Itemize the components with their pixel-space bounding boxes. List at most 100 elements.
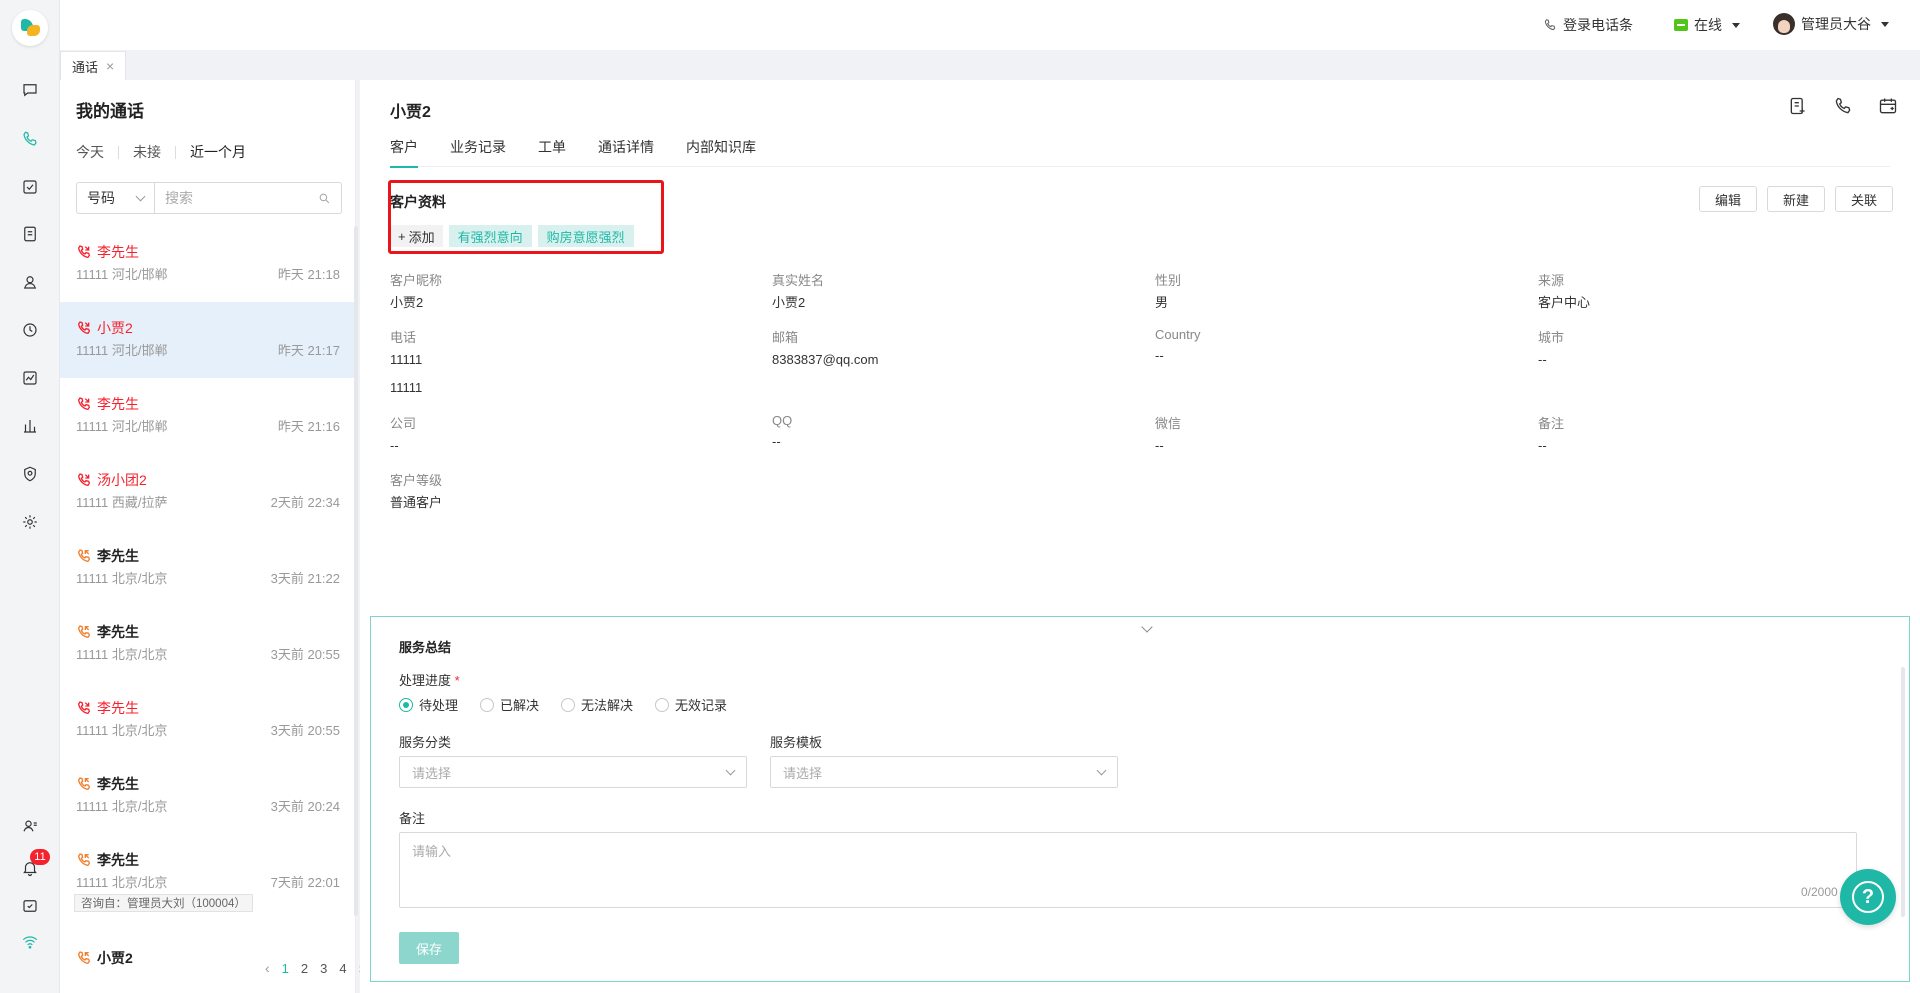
search-input[interactable]: 搜索 [155, 183, 341, 213]
document-icon[interactable] [18, 222, 42, 246]
help-button[interactable]: ? [1840, 869, 1896, 925]
page-1[interactable]: 1 [282, 961, 289, 976]
shield-icon[interactable] [18, 462, 42, 486]
missed-call-icon [76, 396, 92, 412]
caller-name: 汤小团2 [97, 472, 147, 488]
add-tag-button[interactable]: + 添加 [390, 225, 443, 247]
tab-business-records[interactable]: 业务记录 [450, 135, 506, 167]
trend-chart-icon[interactable] [18, 366, 42, 390]
call-list: 李先生 11111 河北/邯郸 昨天 21:18 小贾2 11111 河北/邯郸… [60, 226, 356, 993]
call-list-scrollbar[interactable] [354, 226, 358, 916]
schedule-calendar-icon[interactable] [1878, 96, 1898, 116]
help-question-icon: ? [1852, 881, 1884, 913]
link-button[interactable]: 关联 [1834, 186, 1893, 212]
customer-icon[interactable] [18, 270, 42, 294]
radio-unresolvable[interactable]: 无法解决 [561, 695, 633, 714]
field-source: 来源 客户中心 [1538, 273, 1591, 310]
period-tab-missed[interactable]: 未接 [133, 142, 161, 162]
history-clock-icon[interactable] [18, 318, 42, 342]
pagination: ‹ 1 2 3 4 › [265, 960, 363, 976]
tab-calls[interactable]: 通话 × [60, 51, 127, 80]
radio-resolved[interactable]: 已解决 [480, 695, 539, 714]
add-ticket-icon[interactable] [1788, 96, 1808, 116]
call-time: 2天前 22:34 [270, 495, 340, 510]
caller-info: 11111 北京/北京 [76, 647, 168, 662]
page-tab-strip: 通话 × [60, 50, 1920, 80]
service-category-select[interactable]: 请选择 [399, 756, 747, 788]
field-city: 城市 -- [1538, 330, 1565, 367]
missed-call-icon [76, 320, 92, 336]
notification-badge: 11 [30, 849, 50, 865]
tab-customer[interactable]: 客户 [390, 135, 418, 168]
customer-tag[interactable]: 购房意愿强烈 [537, 225, 634, 247]
collapse-chevron-icon[interactable] [1140, 623, 1154, 637]
page-4[interactable]: 4 [339, 961, 346, 976]
summary-title: 服务总结 [399, 640, 452, 655]
call-list-item[interactable]: 李先生 11111 北京/北京 3天前 20:24 [60, 758, 356, 834]
task-check-icon[interactable] [18, 175, 42, 199]
phone-icon[interactable] [18, 127, 42, 151]
period-tab-today[interactable]: 今天 [76, 142, 104, 162]
call-list-item[interactable]: 李先生 11111 北京/北京 3天前 20:55 [60, 606, 356, 682]
page-3[interactable]: 3 [320, 961, 327, 976]
prev-page-button[interactable]: ‹ [265, 960, 270, 976]
service-summary-panel: 服务总结 处理进度 * 待处理 已解决 无法解决 无效记录 服务分类 请选择 服… [370, 616, 1910, 982]
call-list-item[interactable]: 李先生 11111 北京/北京 3天前 21:22 [60, 530, 356, 606]
search-bar: 号码 搜索 [76, 182, 342, 214]
answered-call-icon [76, 950, 92, 966]
summary-scrollbar[interactable] [1901, 667, 1905, 917]
phone-bar-login[interactable]: 登录电话条 [1543, 15, 1633, 35]
close-icon[interactable]: × [106, 58, 114, 74]
detail-tabs: 客户 业务记录 工单 通话详情 内部知识库 [390, 135, 1890, 168]
consult-note: 咨询自：管理员大刘（100004） [74, 894, 253, 912]
tab-call-details[interactable]: 通话详情 [598, 135, 654, 167]
customer-tag[interactable]: 有强烈意向 [448, 225, 532, 247]
search-icon[interactable] [318, 192, 331, 205]
call-time: 3天前 21:22 [270, 571, 340, 586]
caller-info: 11111 河北/邯郸 [76, 419, 168, 434]
field-email: 邮箱 8383837@qq.com [772, 330, 879, 367]
agent-status-icon[interactable] [18, 814, 42, 838]
category-label: 服务分类 [399, 735, 452, 750]
inbox-icon[interactable] [18, 894, 42, 918]
caller-name: 李先生 [97, 244, 139, 260]
radio-invalid[interactable]: 无效记录 [655, 695, 727, 714]
service-template-select[interactable]: 请选择 [770, 756, 1118, 788]
bar-chart-icon[interactable] [18, 414, 42, 438]
call-list-item[interactable]: 李先生 11111 北京/北京 7天前 22:01 咨询自：管理员大刘（1000… [60, 834, 356, 932]
edit-button[interactable]: 编辑 [1698, 186, 1757, 212]
user-menu[interactable]: 管理员大谷 [1773, 13, 1889, 35]
handset-icon [1544, 19, 1556, 31]
wifi-connection-icon[interactable] [18, 930, 42, 954]
settings-gear-icon[interactable] [18, 510, 42, 534]
search-type-select[interactable]: 号码 [77, 183, 155, 213]
page-2[interactable]: 2 [301, 961, 308, 976]
call-list-item[interactable]: 李先生 11111 北京/北京 3天前 20:55 [60, 682, 356, 758]
progress-label: 处理进度 * [399, 673, 460, 688]
field-real-name: 真实姓名 小贾2 [772, 273, 825, 310]
tab-knowledge-base[interactable]: 内部知识库 [686, 135, 756, 167]
call-list-item-selected[interactable]: 小贾2 11111 河北/邯郸 昨天 21:17 [60, 302, 356, 378]
remark-textarea[interactable]: 请输入 [399, 832, 1857, 908]
answered-call-icon [76, 852, 92, 868]
field-wechat: 微信 -- [1155, 416, 1182, 453]
plus-icon: + [398, 228, 406, 244]
status-dropdown[interactable]: 在线 [1674, 15, 1740, 35]
field-qq: QQ -- [772, 413, 793, 449]
search-placeholder: 搜索 [165, 190, 193, 206]
call-list-item[interactable]: 李先生 11111 河北/邯郸 昨天 21:16 [60, 378, 356, 454]
answered-call-icon [76, 624, 92, 640]
tab-label: 通话 [72, 59, 99, 75]
new-button[interactable]: 新建 [1766, 186, 1825, 212]
save-button[interactable]: 保存 [399, 932, 459, 964]
call-list-item[interactable]: 汤小团2 11111 西藏/拉萨 2天前 22:34 [60, 454, 356, 530]
call-list-item[interactable]: 李先生 11111 河北/邯郸 昨天 21:18 [60, 226, 356, 302]
app-logo [12, 10, 48, 46]
chat-icon[interactable] [18, 78, 42, 102]
tab-tickets[interactable]: 工单 [538, 135, 566, 167]
remark-label: 备注 [399, 811, 426, 826]
call-phone-icon[interactable] [1833, 96, 1853, 116]
period-tab-month[interactable]: 近一个月 [190, 142, 246, 162]
left-nav-rail: 11 [0, 0, 60, 993]
radio-pending[interactable]: 待处理 [399, 695, 458, 714]
